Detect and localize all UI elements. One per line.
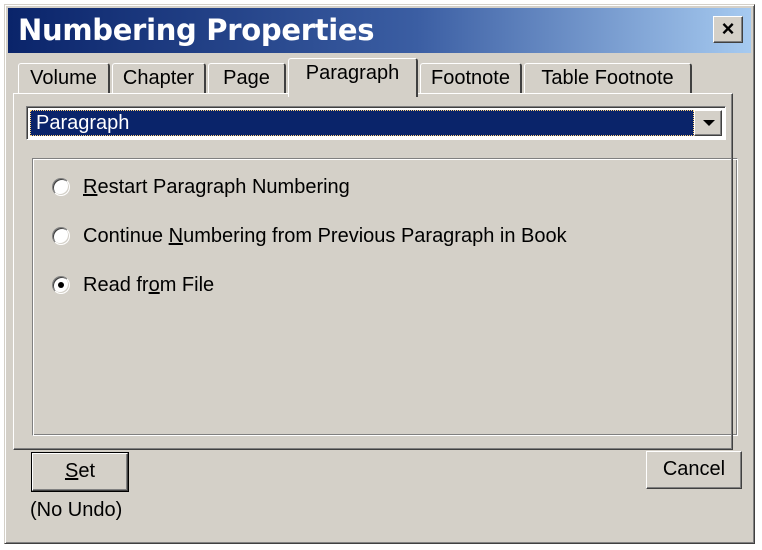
tab-paragraph[interactable]: Paragraph (288, 58, 418, 97)
tab-footnote[interactable]: Footnote (420, 63, 522, 93)
tab-table-footnote[interactable]: Table Footnote (524, 63, 692, 93)
cancel-button[interactable]: Cancel (646, 451, 742, 489)
close-icon: × (721, 16, 735, 41)
window-title: Numbering Properties (18, 13, 375, 47)
tab-chapter[interactable]: Chapter (112, 63, 206, 93)
title-bar[interactable]: Numbering Properties × (8, 8, 751, 53)
tab-panel (13, 93, 733, 450)
tab-volume[interactable]: Volume (18, 63, 110, 93)
tab-page[interactable]: Page (208, 63, 286, 93)
close-button[interactable]: × (713, 16, 743, 43)
no-undo-note: (No Undo) (30, 499, 123, 521)
set-button[interactable]: Set (31, 452, 129, 492)
